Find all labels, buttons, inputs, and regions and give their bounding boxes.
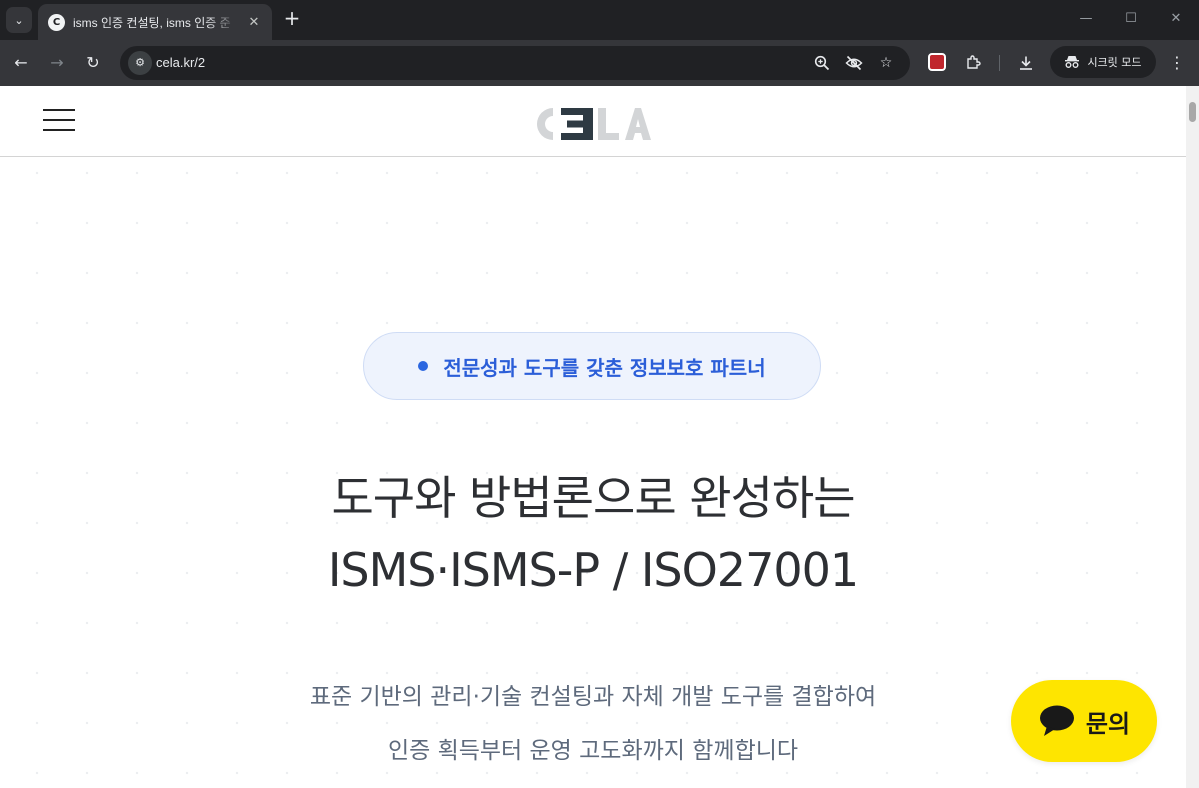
new-tab-plus-icon[interactable]: + xyxy=(281,7,303,31)
kakao-inquiry-button[interactable]: 문의 xyxy=(1011,680,1157,762)
page-viewport: 전문성과 도구를 갖춘 정보보호 파트너 도구와 방법론으로 완성하는 ISMS… xyxy=(0,86,1186,788)
browser-menu-dots-icon[interactable]: ⋮ xyxy=(1166,50,1188,76)
cela-logo[interactable] xyxy=(531,103,655,145)
badge-dot-icon xyxy=(418,361,429,371)
forward-arrow-icon[interactable]: → xyxy=(44,50,70,76)
page-scrollbar[interactable] xyxy=(1186,86,1199,788)
headline-line-2: ISMS·ISMS-P / ISO27001 xyxy=(327,543,859,597)
download-icon[interactable] xyxy=(1013,50,1039,76)
hamburger-menu-icon[interactable] xyxy=(43,107,75,133)
hero-subtext: 표준 기반의 관리·기술 컨설팅과 자체 개발 도구를 결합하여 인증 획득부터… xyxy=(0,670,1186,778)
extensions-puzzle-icon[interactable] xyxy=(960,50,986,76)
address-bar[interactable]: ⚙ cela.kr/2 ☆ xyxy=(120,46,910,80)
speech-bubble-icon xyxy=(1039,705,1074,736)
extension-red-icon[interactable] xyxy=(928,53,946,71)
toolbar-separator xyxy=(999,55,1000,71)
incognito-icon xyxy=(1065,56,1080,68)
tab-title: isms 인증 컨설팅, isms 인증 준 xyxy=(73,15,231,30)
subtext-line-2: 인증 획득부터 운영 고도화까지 함께합니다 xyxy=(387,738,799,764)
incognito-label: 시크릿 모드 xyxy=(1087,56,1142,69)
site-header xyxy=(0,86,1186,157)
back-arrow-icon[interactable]: ← xyxy=(8,50,34,76)
bookmark-star-icon[interactable]: ☆ xyxy=(874,51,898,75)
browser-toolbar: ← → ↻ ⚙ cela.kr/2 ☆ 시크릿 모드 ⋮ xyxy=(0,40,1199,86)
reload-icon[interactable]: ↻ xyxy=(80,50,106,76)
scrollbar-thumb[interactable] xyxy=(1189,102,1196,122)
favicon-icon: C xyxy=(48,13,65,31)
tab-search-chevron-icon[interactable]: ⌄ xyxy=(6,7,32,33)
headline-line-1: 도구와 방법론으로 완성하는 xyxy=(331,471,855,525)
minimize-icon[interactable]: — xyxy=(1066,6,1106,32)
url-text[interactable]: cela.kr/2 xyxy=(156,46,205,80)
incognito-mode-indicator[interactable]: 시크릿 모드 xyxy=(1050,46,1156,78)
tab-close-icon[interactable]: ✕ xyxy=(246,15,262,30)
badge-text: 전문성과 도구를 갖춘 정보보호 파트너 xyxy=(443,355,766,380)
window-close-icon[interactable]: ✕ xyxy=(1156,6,1196,32)
chat-button-label: 문의 xyxy=(1085,709,1131,738)
hero-headline: 도구와 방법론으로 완성하는 ISMS·ISMS-P / ISO27001 xyxy=(0,462,1186,606)
browser-tab-strip: ⌄ C isms 인증 컨설팅, isms 인증 준 ✕ + — ☐ ✕ xyxy=(0,0,1199,40)
maximize-icon[interactable]: ☐ xyxy=(1111,6,1151,32)
browser-tab-active[interactable]: C isms 인증 컨설팅, isms 인증 준 ✕ xyxy=(38,4,272,40)
subtext-line-1: 표준 기반의 관리·기술 컨설팅과 자체 개발 도구를 결합하여 xyxy=(309,684,877,710)
tracking-protection-eye-off-icon[interactable] xyxy=(842,51,866,75)
site-info-tune-icon[interactable]: ⚙ xyxy=(128,51,152,75)
hero-badge: 전문성과 도구를 갖춘 정보보호 파트너 xyxy=(363,332,821,400)
zoom-icon[interactable] xyxy=(810,51,834,75)
